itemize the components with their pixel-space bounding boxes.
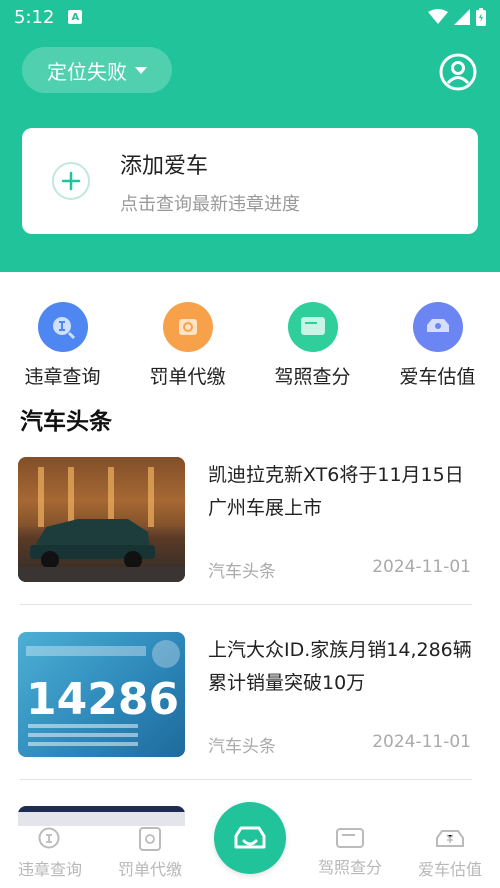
add-car-plus-icon	[52, 162, 90, 200]
tab-car-valuation[interactable]: 爱车估值	[400, 812, 500, 888]
news-date: 2024-11-01	[372, 557, 471, 577]
section-title: 汽车头条	[20, 409, 112, 435]
add-car-title: 添加爱车	[120, 154, 209, 179]
quick-car-valuation[interactable]: 爱车估值	[375, 292, 500, 392]
center-car-button[interactable]	[214, 802, 286, 874]
location-label: 定位失败	[47, 59, 127, 84]
header: 定位失败 添加爱车 点击查询最新违章进度	[0, 34, 500, 272]
add-car-subtitle: 点击查询最新违章进度	[120, 194, 300, 215]
add-car-card[interactable]: 添加爱车 点击查询最新违章进度	[22, 128, 478, 234]
caret-down-icon	[135, 66, 147, 74]
quick-label: 违章查询	[24, 366, 101, 388]
quick-ticket-pay[interactable]: 罚单代缴	[125, 292, 250, 392]
bottom-nav: 违章查询 罚单代缴 驾照查分 爱车估值	[0, 802, 500, 888]
news-date: 2024-11-01	[372, 732, 471, 752]
ticket-pay-icon	[162, 302, 213, 352]
battery-icon	[476, 8, 486, 26]
news-thumbnail	[18, 457, 185, 582]
news-thumbnail: 14286	[18, 632, 185, 757]
tab-violation-search[interactable]: 违章查询	[0, 812, 100, 888]
tab-label: 违章查询	[17, 860, 82, 879]
news-source: 汽车头条	[208, 737, 276, 757]
quick-actions: 违章查询 罚单代缴 驾照查分 爱车估值	[0, 292, 500, 392]
violation-search-icon	[37, 302, 88, 352]
thumb-number: 14286	[26, 674, 179, 725]
tab-label: 爱车估值	[417, 860, 482, 879]
tab-label: 驾照查分	[317, 858, 382, 877]
signal-icon	[454, 9, 470, 25]
quick-label: 罚单代缴	[149, 366, 226, 388]
tab-label: 罚单代缴	[117, 860, 182, 879]
status-icons	[428, 8, 486, 26]
divider	[20, 779, 472, 780]
license-score-icon	[287, 302, 338, 352]
quick-label: 爱车估值	[399, 366, 476, 388]
violation-tab-icon	[38, 827, 60, 849]
user-profile-icon[interactable]	[438, 52, 478, 92]
location-selector[interactable]: 定位失败	[22, 47, 172, 93]
status-bar: 5:12 A	[0, 0, 500, 34]
news-source: 汽车头条	[208, 562, 276, 582]
valuation-tab-icon	[436, 830, 464, 847]
quick-label: 驾照查分	[274, 366, 351, 388]
ticket-tab-icon	[139, 827, 161, 851]
notification-icon: A	[68, 10, 83, 24]
wifi-icon	[428, 9, 448, 24]
tab-center	[200, 802, 300, 888]
tab-ticket-pay[interactable]: 罚单代缴	[100, 812, 200, 888]
quick-license-score[interactable]: 驾照查分	[250, 292, 375, 392]
status-time: 5:12	[14, 6, 55, 28]
news-title: 上汽大众ID.家族月销14,286辆 累计销量突破10万	[208, 639, 472, 694]
news-item[interactable]: 14286 上汽大众ID.家族月销14,286辆 累计销量突破10万 汽车头条 …	[0, 632, 500, 780]
quick-violation-search[interactable]: 违章查询	[0, 292, 125, 392]
divider	[20, 604, 472, 605]
car-center-icon	[234, 826, 266, 849]
license-tab-icon	[336, 828, 364, 848]
news-title: 凯迪拉克新XT6将于11月15日广州车展上市	[208, 464, 464, 519]
car-valuation-icon	[412, 302, 463, 352]
news-item[interactable]: 凯迪拉克新XT6将于11月15日广州车展上市 汽车头条 2024-11-01	[0, 457, 500, 605]
tab-license-score[interactable]: 驾照查分	[300, 812, 400, 888]
